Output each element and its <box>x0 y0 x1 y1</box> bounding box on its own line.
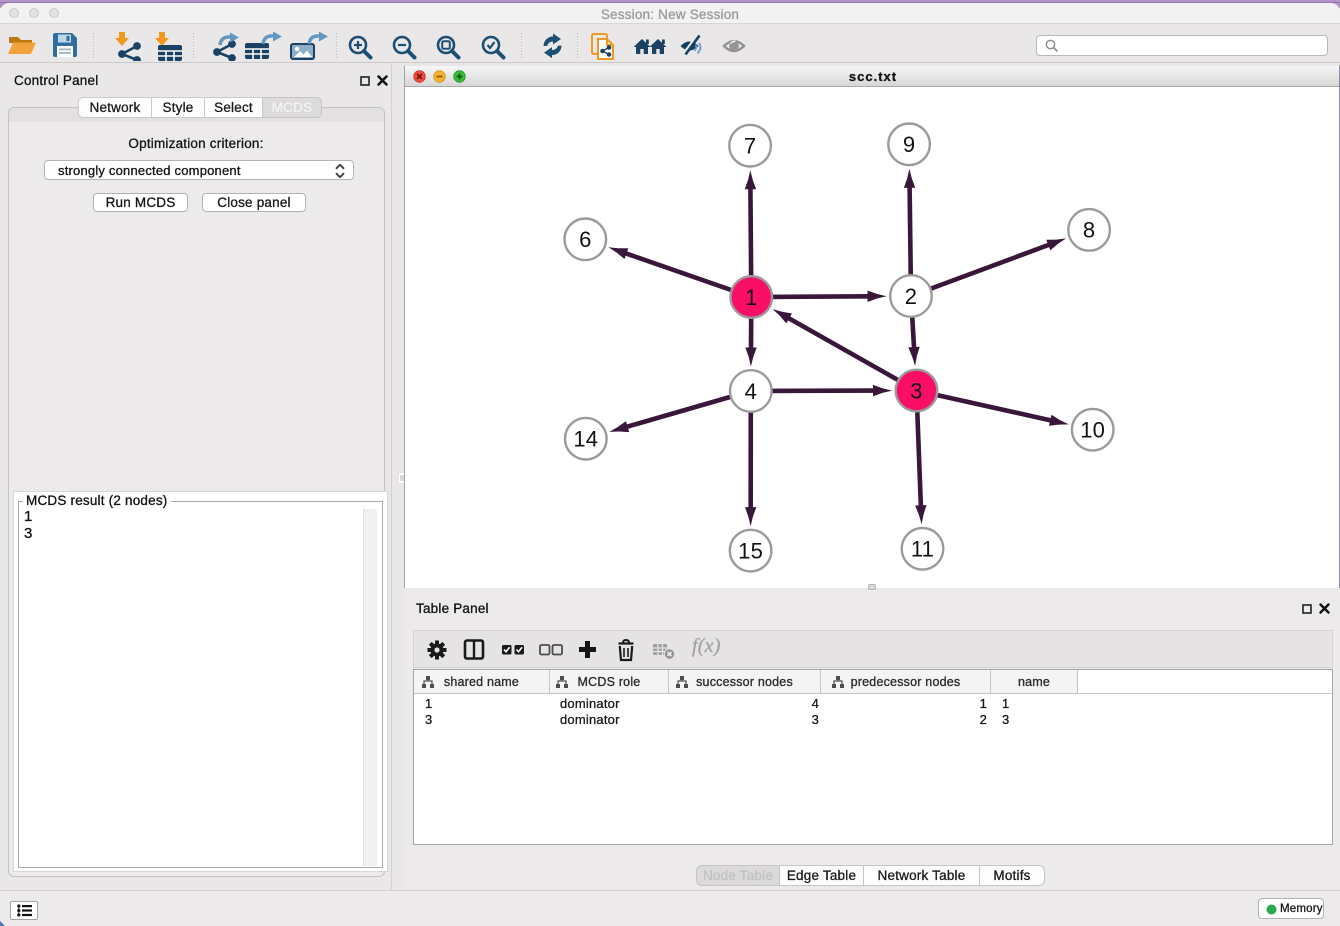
svg-text:7: 7 <box>744 134 756 159</box>
svg-text:9: 9 <box>903 132 915 157</box>
svg-text:2: 2 <box>905 284 917 309</box>
svg-text:8: 8 <box>1083 218 1095 243</box>
svg-text:3: 3 <box>910 378 922 403</box>
svg-text:6: 6 <box>579 227 591 252</box>
svg-text:15: 15 <box>738 538 763 563</box>
svg-text:1: 1 <box>745 285 757 310</box>
svg-text:10: 10 <box>1080 418 1105 443</box>
svg-text:11: 11 <box>911 537 934 562</box>
svg-text:14: 14 <box>573 427 598 452</box>
svg-text:4: 4 <box>745 379 757 404</box>
